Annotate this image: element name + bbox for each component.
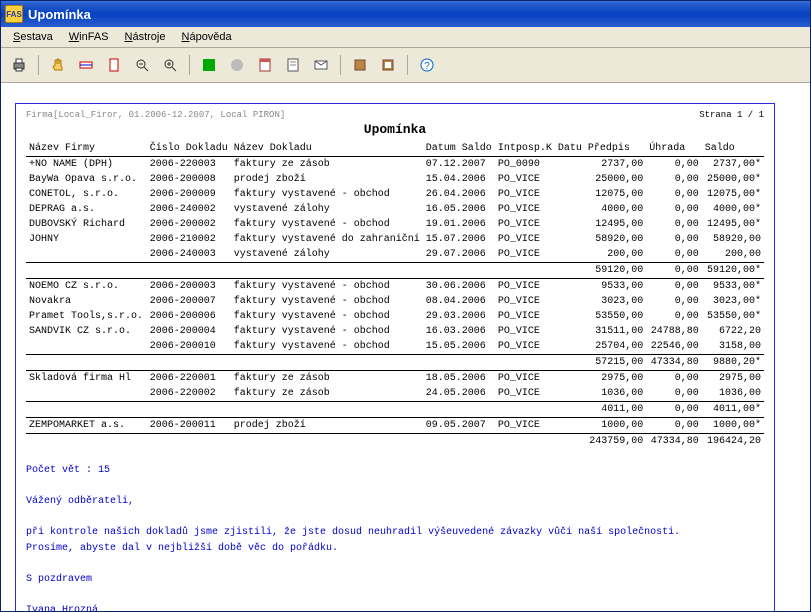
table-row: NOEMO CZ s.r.o.2006-200003faktury vystav… xyxy=(26,279,764,295)
col-kdatu: Intposp.K Datu xyxy=(495,141,585,157)
fit-width-icon[interactable] xyxy=(74,53,98,77)
menu-nastroje[interactable]: Nástroje xyxy=(117,29,174,45)
table-row: 4011,000,004011,00* xyxy=(26,402,764,418)
col-firma: Název Firmy xyxy=(26,141,147,157)
table-row: 59120,000,0059120,00* xyxy=(26,263,764,279)
doc2-icon[interactable] xyxy=(281,53,305,77)
table-row: BayWa Opava s.r.o.2006-200008prodej zbož… xyxy=(26,172,764,187)
print-icon[interactable] xyxy=(7,53,31,77)
table-row: JOHNY2006-210002faktury vystavené do zah… xyxy=(26,232,764,247)
col-nazev: Název Dokladu xyxy=(231,141,423,157)
table-row: 57215,0047334,809880,20* xyxy=(26,355,764,371)
zoom-in-icon[interactable] xyxy=(158,53,182,77)
table-row: 2006-220002faktury ze zásob24.05.2006PO_… xyxy=(26,386,764,402)
col-uhrada: Úhrada xyxy=(646,141,701,157)
menubar: Sestava WinFAS Nástroje Nápověda xyxy=(1,27,810,48)
table-row: +NO NAME (DPH)2006-220003faktury ze záso… xyxy=(26,157,764,173)
table-row: ZEMPOMARKET a.s.2006-200011prodej zboží0… xyxy=(26,418,764,434)
header-left: Firma[Local_Firor, 01.2006-12.2007, Loca… xyxy=(26,110,285,120)
run-icon[interactable] xyxy=(197,53,221,77)
tool1-icon[interactable] xyxy=(348,53,372,77)
menu-winfas[interactable]: WinFAS xyxy=(61,29,117,45)
footer-count: Počet vět : 15 xyxy=(26,463,764,479)
hand-icon[interactable] xyxy=(46,53,70,77)
tool2-icon[interactable] xyxy=(376,53,400,77)
svg-text:?: ? xyxy=(424,61,430,72)
table-row: DEPRAG a.s.2006-240002vystavené zálohy16… xyxy=(26,202,764,217)
table-row: Novakra2006-200007faktury vystavené - ob… xyxy=(26,294,764,309)
report-title: Upomínka xyxy=(26,122,764,137)
footer-greet: Vážený odběrateli, xyxy=(26,494,764,510)
report-page: Firma[Local_Firor, 01.2006-12.2007, Loca… xyxy=(15,103,775,611)
col-cislo: Číslo Dokladu xyxy=(147,141,231,157)
col-predpis: Předpis xyxy=(585,141,646,157)
stop-icon[interactable] xyxy=(225,53,249,77)
menu-napoveda[interactable]: Nápověda xyxy=(174,29,240,45)
table-row: 243759,0047334,80196424,20 xyxy=(26,434,764,450)
col-datum: Datum Saldo xyxy=(423,141,495,157)
footer-sig: Ivana Hrozná xyxy=(26,603,764,612)
footer-l4: S pozdravem xyxy=(26,572,764,588)
window-title: Upomínka xyxy=(28,7,91,22)
col-saldo: Saldo xyxy=(702,141,764,157)
table-row: Pramet Tools,s.r.o.2006-200006faktury vy… xyxy=(26,309,764,324)
table-row: 2006-200010faktury vystavené - obchod15.… xyxy=(26,339,764,355)
footer-l3: Prosíme, abyste dal v nejbližší době věc… xyxy=(26,541,764,557)
app-icon: FAS xyxy=(5,5,23,23)
doc1-icon[interactable] xyxy=(253,53,277,77)
menu-sestava[interactable]: Sestava xyxy=(5,29,61,45)
toolbar: ? xyxy=(1,48,810,83)
footer-l2: při kontrole našich dokladů jsme zjistil… xyxy=(26,525,764,541)
titlebar: FAS Upomínka xyxy=(1,1,810,27)
table-row: Skladová firma Hl2006-220001faktury ze z… xyxy=(26,371,764,387)
table-row: CONETOL, s.r.o.2006-200009faktury vystav… xyxy=(26,187,764,202)
mail-icon[interactable] xyxy=(309,53,333,77)
table-row: SANDVIK CZ s.r.o.2006-200004faktury vyst… xyxy=(26,324,764,339)
report-viewport[interactable]: Firma[Local_Firor, 01.2006-12.2007, Loca… xyxy=(1,83,810,611)
fit-page-icon[interactable] xyxy=(102,53,126,77)
help-icon[interactable]: ? xyxy=(415,53,439,77)
table-row: 2006-240003vystavené zálohy29.07.2006PO_… xyxy=(26,247,764,263)
footer-text: Počet vět : 15 Vážený odběrateli, při ko… xyxy=(26,463,764,611)
header-page: Strana 1 / 1 xyxy=(699,110,764,120)
table-row: DUBOVSKÝ Richard2006-200002faktury vysta… xyxy=(26,217,764,232)
report-table: Název Firmy Číslo Dokladu Název Dokladu … xyxy=(26,141,764,449)
main-window: FAS Upomínka Sestava WinFAS Nástroje Náp… xyxy=(0,0,811,612)
zoom-out-icon[interactable] xyxy=(130,53,154,77)
